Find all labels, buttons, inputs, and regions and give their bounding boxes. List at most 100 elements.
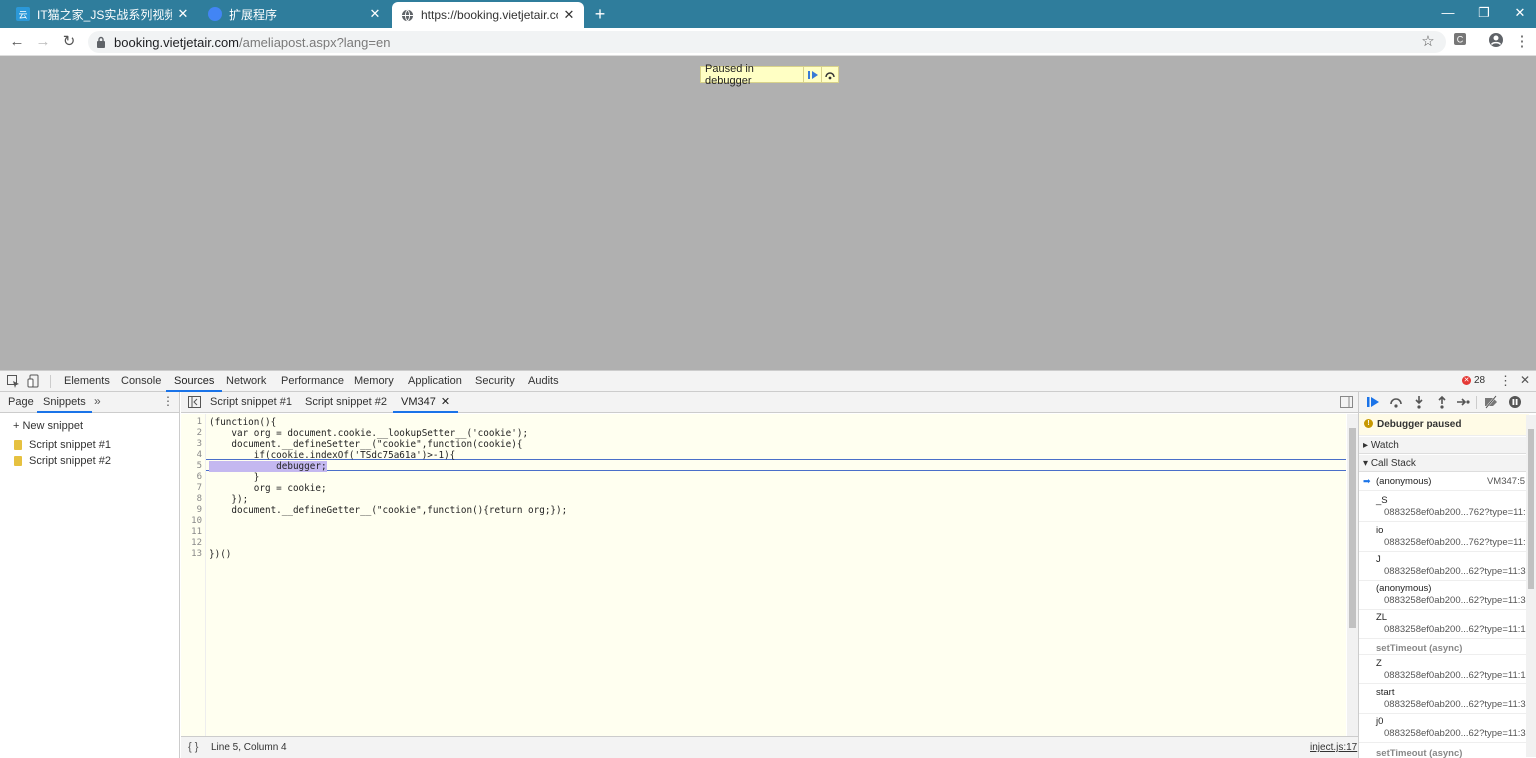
frame-name: _S	[1376, 495, 1388, 506]
tab-network[interactable]: Network	[226, 371, 266, 392]
lock-icon	[97, 36, 105, 48]
callstack-frame[interactable]: start 0883258ef0ab200...62?type=11:3	[1359, 684, 1529, 714]
tab-sources[interactable]: Sources	[166, 371, 223, 392]
resume-icon[interactable]	[803, 67, 820, 82]
callstack-section[interactable]: ▾ Call Stack	[1359, 455, 1529, 472]
scrollbar-thumb[interactable]	[1528, 429, 1534, 589]
scrollbar-thumb[interactable]	[1349, 428, 1356, 628]
step-out-icon[interactable]	[1435, 395, 1449, 409]
frame-name: j0	[1376, 716, 1384, 727]
debugger-scrollbar[interactable]	[1526, 415, 1536, 757]
frame-location: 0883258ef0ab200...62?type=11:1	[1384, 670, 1526, 681]
callstack-frame[interactable]: (anonymous) 0883258ef0ab200...62?type=11…	[1359, 580, 1529, 610]
callstack-header[interactable]: ▾ Call Stack	[1359, 455, 1529, 472]
error-count-badge[interactable]: ✕ 28	[1462, 375, 1485, 386]
tab-application[interactable]: Application	[408, 371, 462, 392]
frame-location: 0883258ef0ab200...762?type=11:5	[1384, 537, 1531, 548]
extension-icon[interactable]: C	[1450, 32, 1470, 52]
pause-on-exceptions-icon[interactable]	[1508, 395, 1522, 409]
close-icon[interactable]: ✕	[441, 396, 450, 408]
star-icon[interactable]: ☆	[1418, 32, 1438, 52]
source-link[interactable]: inject.js:17	[1310, 742, 1357, 753]
callstack-frame[interactable]: Z 0883258ef0ab200...62?type=11:1	[1359, 654, 1529, 684]
callstack-frame-current[interactable]: ➡ (anonymous) VM347:5	[1359, 473, 1529, 491]
divider	[50, 375, 51, 388]
paused-overlay: Paused in debugger	[700, 63, 839, 87]
callstack-frame[interactable]: _S 0883258ef0ab200...762?type=11:5	[1359, 492, 1531, 522]
inspect-icon[interactable]	[6, 374, 20, 388]
toggle-navigator-icon[interactable]	[188, 396, 201, 408]
back-icon[interactable]: ←	[7, 32, 27, 52]
watch-label: Watch	[1370, 440, 1399, 451]
step-into-icon[interactable]	[1412, 395, 1426, 409]
watch-section[interactable]: ▸ Watch	[1359, 437, 1529, 454]
snippet-item[interactable]: Script snippet #1	[14, 439, 111, 451]
tab-console[interactable]: Console	[121, 371, 161, 392]
callstack-frame[interactable]: ZL 0883258ef0ab200...62?type=11:1	[1359, 609, 1529, 639]
close-icon[interactable]: ✕	[368, 6, 382, 22]
pretty-print-icon[interactable]: { }	[188, 741, 198, 753]
editor-tab-label: VM347	[401, 396, 436, 408]
tab-page[interactable]: Page	[8, 392, 34, 413]
new-tab-button[interactable]: +	[590, 4, 610, 24]
toggle-debugger-icon[interactable]	[1340, 396, 1353, 408]
browser-tab[interactable]: 扩展程序 ✕	[200, 0, 390, 28]
file-icon	[14, 440, 22, 450]
minimize-button[interactable]: —	[1428, 0, 1468, 28]
tab-elements[interactable]: Elements	[64, 371, 110, 392]
close-window-button[interactable]: ✕	[1500, 0, 1536, 28]
callstack-frame[interactable]: J 0883258ef0ab200...62?type=11:37	[1359, 551, 1531, 581]
line-number: 1	[196, 417, 202, 427]
line-number: 3	[196, 439, 202, 449]
device-toggle-icon[interactable]	[27, 374, 41, 388]
devtools-tabbar: Elements Console Sources Network Perform…	[0, 371, 1536, 392]
restore-button[interactable]: ❐	[1464, 0, 1504, 28]
reload-icon[interactable]: ↻	[59, 32, 79, 52]
resume-icon[interactable]	[1366, 395, 1380, 409]
tab-security[interactable]: Security	[475, 371, 515, 392]
editor-tab-active[interactable]: VM347 ✕	[393, 392, 459, 413]
navigator-pane: Page Snippets » ⋮ + New snippet Script s…	[0, 392, 180, 758]
profile-icon[interactable]	[1486, 32, 1506, 52]
step-over-icon[interactable]	[1389, 395, 1403, 409]
close-icon[interactable]: ✕	[562, 7, 576, 23]
address-bar[interactable]: booking.vietjetair.com/ameliapost.aspx?l…	[88, 31, 1446, 53]
callstack-frame[interactable]: io 0883258ef0ab200...762?type=11:5	[1359, 522, 1531, 552]
code-area[interactable]: (function(){ var org = document.cookie._…	[206, 414, 1346, 736]
frame-name: (anonymous)	[1376, 583, 1432, 594]
step-icon[interactable]	[1456, 395, 1470, 409]
browser-tab[interactable]: 云 IT猫之家_JS实战系列视频课学_ ✕	[8, 0, 198, 28]
tab-audits[interactable]: Audits	[528, 371, 559, 392]
tab-performance[interactable]: Performance	[281, 371, 344, 392]
line-number: 11	[191, 527, 202, 537]
new-snippet-button[interactable]: + New snippet	[13, 420, 83, 432]
snippet-item[interactable]: Script snippet #2	[14, 455, 111, 467]
deactivate-breakpoints-icon[interactable]	[1484, 395, 1498, 409]
expanded-arrow-icon: ▾	[1363, 458, 1371, 469]
line-number: 8	[196, 494, 202, 504]
menu-kebab-icon[interactable]: ⋮	[1512, 32, 1532, 52]
close-devtools-icon[interactable]: ✕	[1520, 373, 1530, 387]
forward-icon[interactable]: →	[33, 32, 53, 52]
line-number: 13	[191, 549, 202, 559]
navigator-tabs: Page Snippets » ⋮	[0, 392, 179, 413]
tab-memory[interactable]: Memory	[354, 371, 394, 392]
step-over-icon[interactable]	[820, 67, 838, 82]
watch-header[interactable]: ▸ Watch	[1359, 437, 1529, 454]
svg-text:C: C	[1457, 35, 1464, 45]
tab-snippets[interactable]: Snippets	[37, 392, 92, 413]
puzzle-icon	[208, 7, 222, 21]
browser-tab-active[interactable]: https://booking.vietjetair.com ✕	[392, 2, 584, 28]
navigator-menu-icon[interactable]: ⋮	[162, 394, 174, 408]
editor-tab[interactable]: Script snippet #1	[210, 392, 292, 413]
snippet-label: Script snippet #2	[29, 455, 111, 467]
close-icon[interactable]: ✕	[176, 6, 190, 22]
devtools-menu-icon[interactable]: ⋮	[1499, 373, 1512, 389]
editor-scrollbar[interactable]	[1347, 414, 1358, 736]
frame-location: VM347:5	[1486, 476, 1525, 487]
callstack-frame[interactable]: j0 0883258ef0ab200...62?type=11:3	[1359, 713, 1529, 743]
frame-location: 0883258ef0ab200...62?type=11:1	[1384, 624, 1526, 635]
editor-tab[interactable]: Script snippet #2	[305, 392, 387, 413]
more-tabs-icon[interactable]: »	[94, 394, 101, 408]
code-line: document.__defineGetter__("cookie",funct…	[209, 505, 568, 516]
